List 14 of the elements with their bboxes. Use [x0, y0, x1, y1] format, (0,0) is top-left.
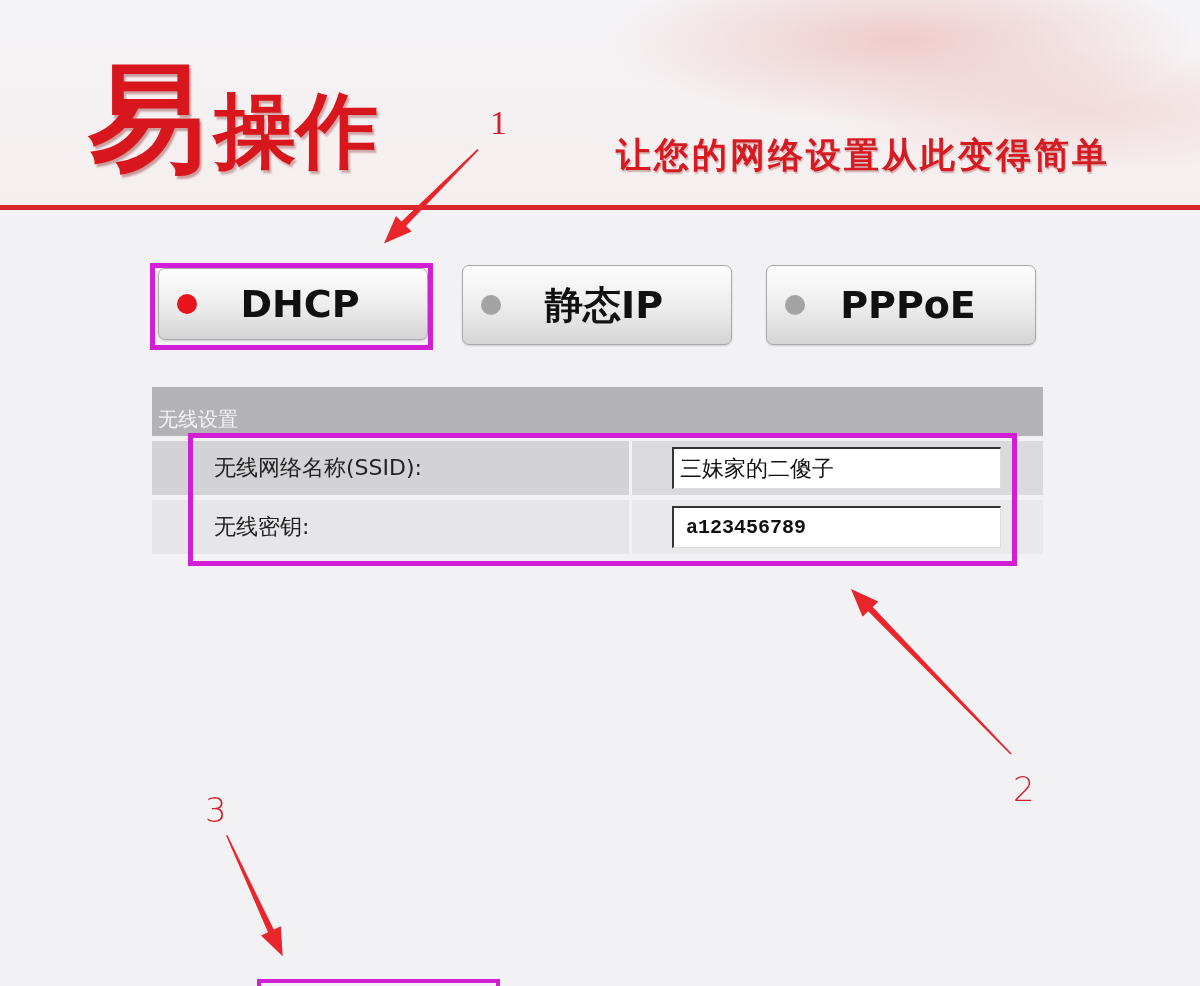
text-field[interactable]: a123456789	[672, 506, 1001, 548]
step-number: 1	[490, 104, 507, 142]
step-number: 3	[205, 791, 227, 829]
mode-button[interactable]: 静态IP	[462, 265, 732, 345]
logo-title: 操作	[214, 85, 378, 177]
text-field[interactable]: 三妹家的二傻子	[672, 447, 1001, 489]
field-label: 无线密钥:	[152, 500, 629, 554]
mode-button[interactable]: DHCP	[158, 268, 428, 340]
field-label: 无线网络名称(SSID):	[152, 441, 629, 495]
slogan-text: 让您的网络设置从此变得简单	[616, 134, 1110, 177]
logo-character: 易	[88, 59, 206, 177]
section-title: 无线设置	[158, 406, 238, 432]
step-number: 2	[1013, 770, 1035, 808]
mode-button[interactable]: PPPoE	[766, 265, 1036, 345]
